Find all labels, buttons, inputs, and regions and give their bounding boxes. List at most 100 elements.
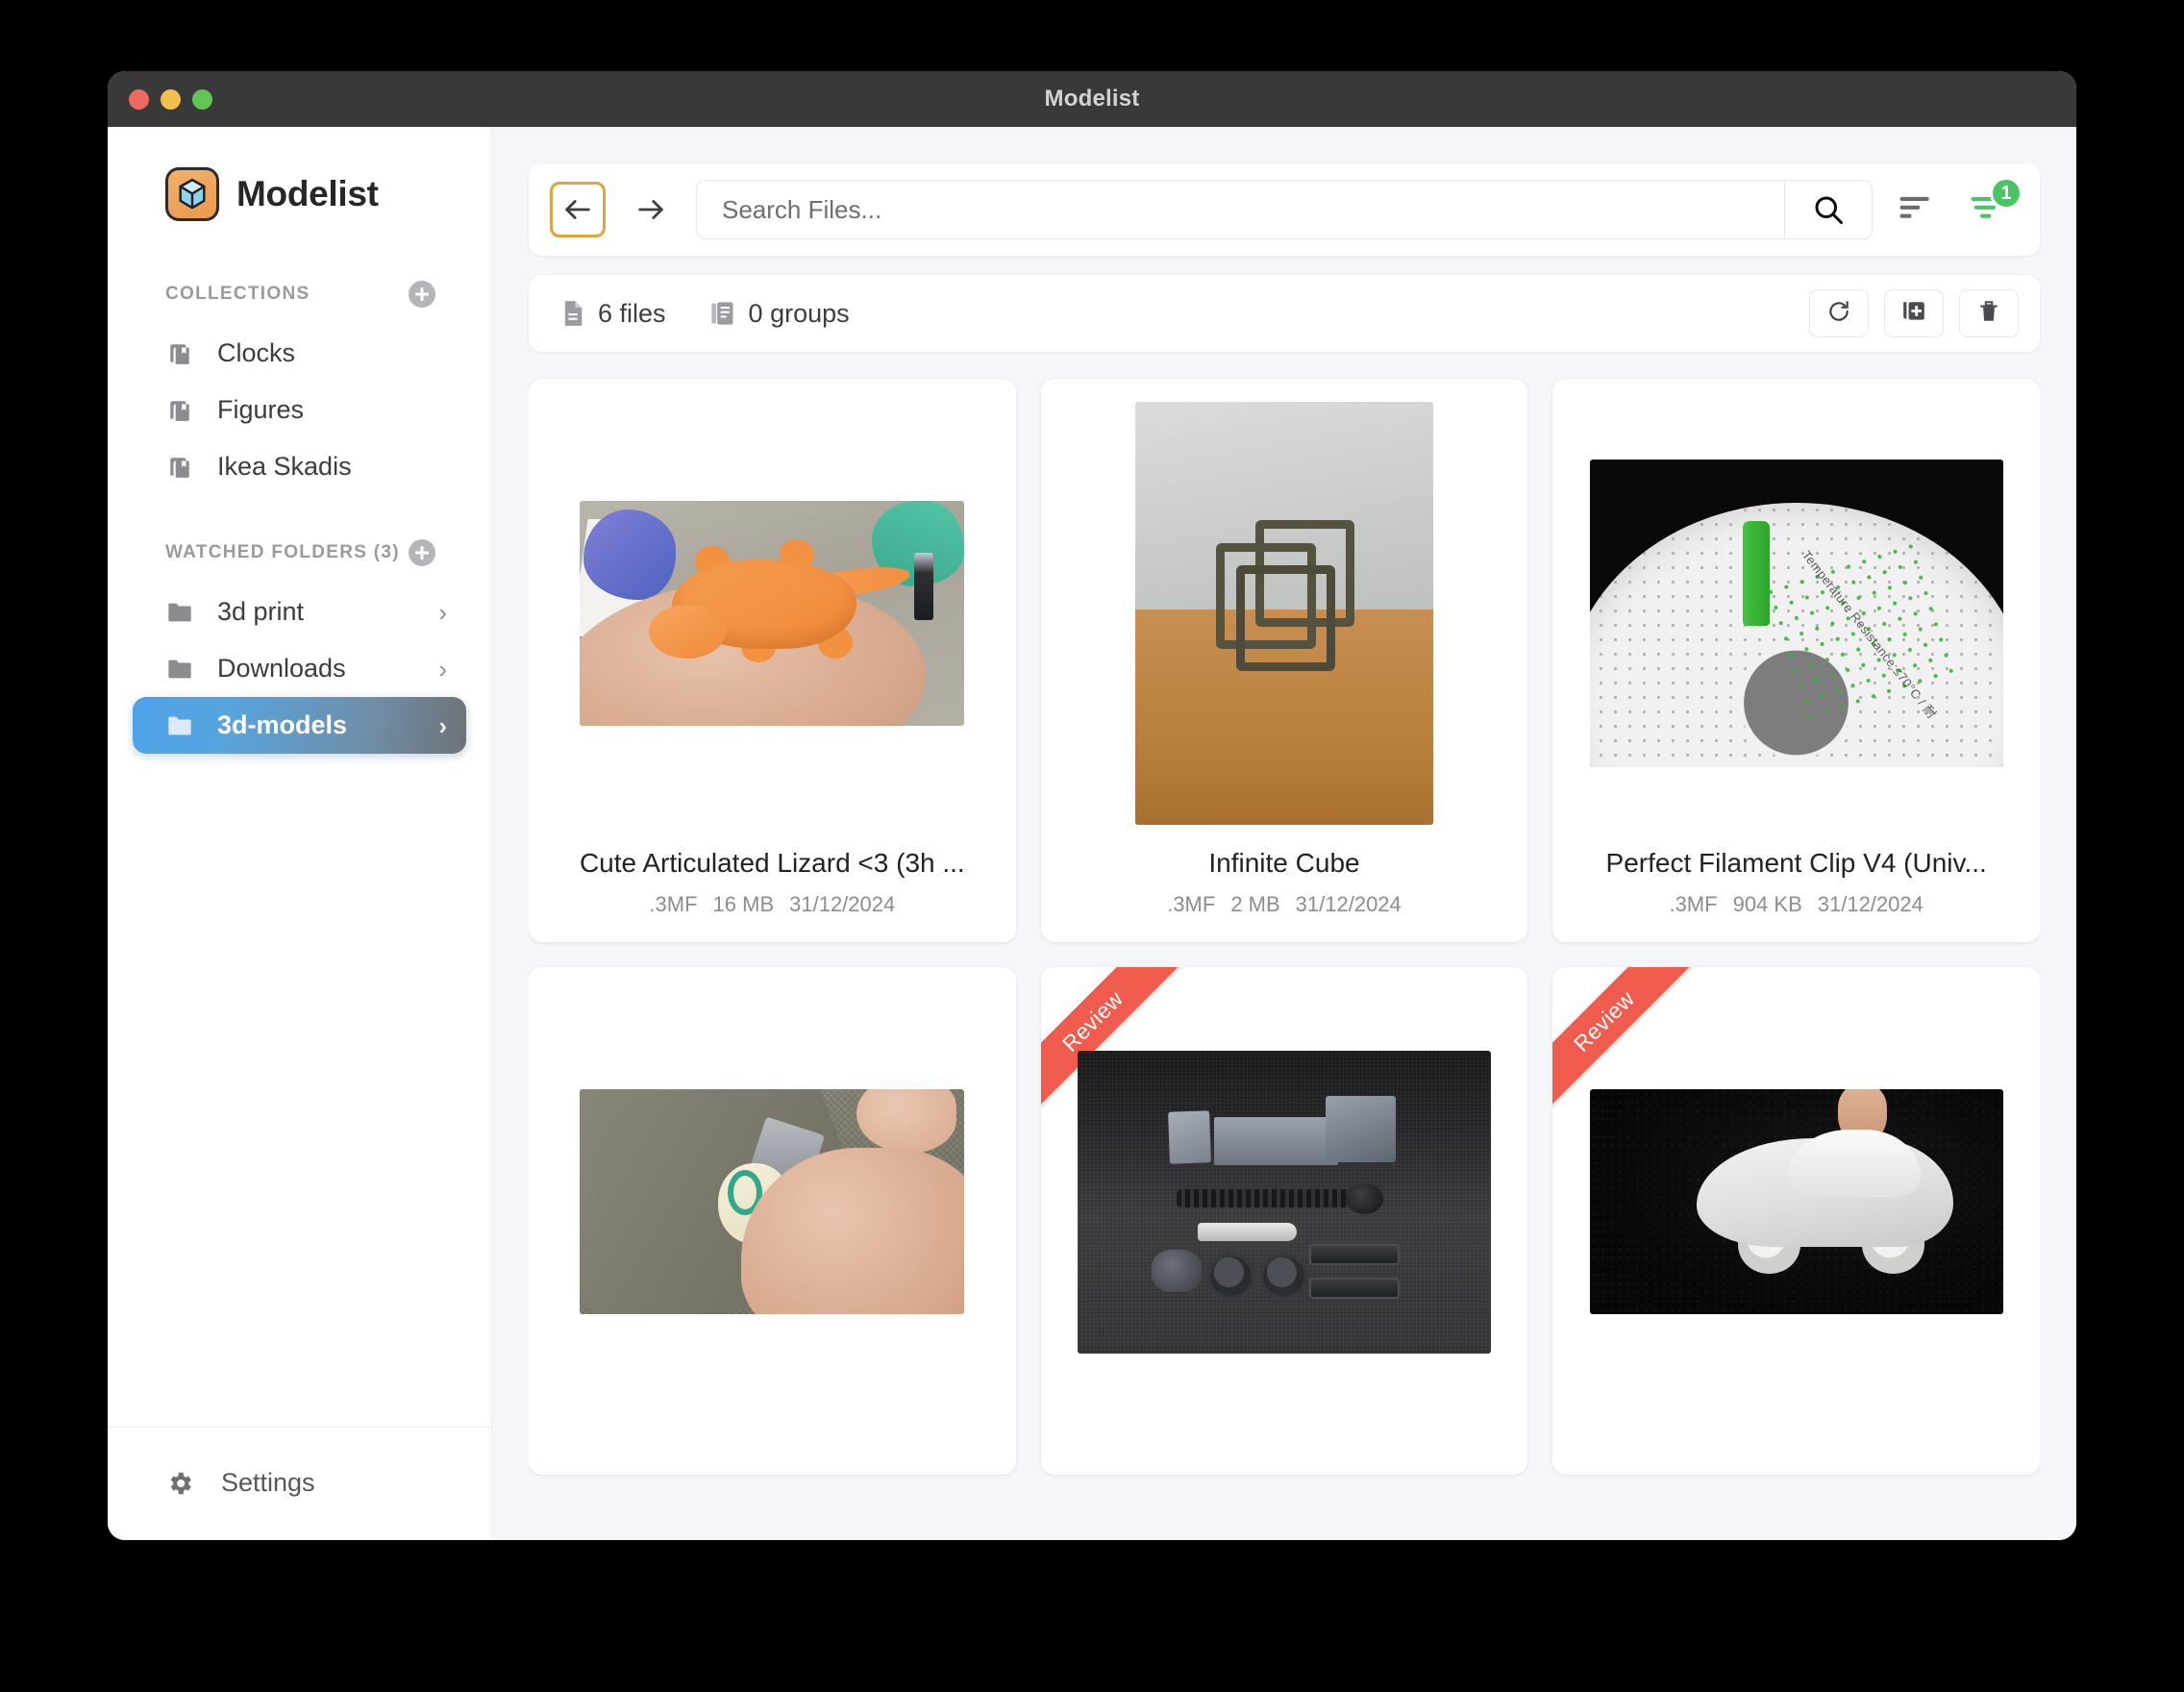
settings-label: Settings [221,1468,315,1497]
sidebar-item-label: Downloads [217,654,346,683]
file-date: 31/12/2024 [789,892,896,916]
toy-car-photo [1589,1089,2003,1314]
file-date: 31/12/2024 [1295,892,1402,916]
search-submit-button[interactable] [1784,180,1873,239]
file-card[interactable]: Review [1040,967,1528,1475]
trash-icon [1976,299,2001,329]
file-thumbnail-box: Temperature Resistance:≤70°C / 耐 [1572,402,2021,825]
file-thumbnail-box [548,990,997,1413]
sort-icon [1899,193,1935,227]
app-window: Modelist Modelist COLLECTIONS Clocks Fig… [108,71,2076,1540]
file-thumbnail-box [1572,990,2021,1413]
file-thumbnail-box [548,402,997,825]
file-format: .3MF [649,892,698,916]
zoom-window-button[interactable] [192,88,212,110]
file-title: Cute Articulated Lizard <3 (3h ... [579,848,965,878]
sidebar-item-3d-models[interactable]: 3d-models › [133,697,466,754]
watched-folders-list: 3d print › Downloads › 3d-models › [108,584,491,754]
file-card[interactable]: Cute Articulated Lizard <3 (3h ... .3MF … [529,379,1016,942]
chevron-right-icon: › [438,597,447,627]
sidebar-item-label: 3d print [217,597,305,626]
group-count-label: 0 groups [748,298,850,328]
filter-count-badge: 1 [1990,177,2023,210]
collection-icon [163,453,196,482]
folder-icon [163,711,196,740]
file-grid-scroll[interactable]: Cute Articulated Lizard <3 (3h ... .3MF … [529,352,2040,1540]
file-icon [561,300,584,327]
file-card[interactable]: Temperature Resistance:≤70°C / 耐 Perfect… [1552,379,2040,942]
window-titlebar: Modelist [108,71,2076,127]
filament-clip-photo: Temperature Resistance:≤70°C / 耐 [1589,460,2003,767]
file-format: .3MF [1167,892,1216,916]
file-size: 16 MB [712,892,775,916]
file-card[interactable] [529,967,1016,1475]
file-thumbnail-box [1060,402,1509,825]
close-window-button[interactable] [129,88,149,110]
filter-button[interactable]: 1 [1961,177,2023,236]
sidebar-item-label: Ikea Skadis [217,452,352,481]
file-card[interactable]: Infinite Cube .3MF 2 MB 31/12/2024 [1040,379,1528,942]
file-meta: .3MF 16 MB 31/12/2024 [649,892,895,917]
folder-icon [163,655,196,684]
add-to-collection-button[interactable] [1884,289,1944,337]
lizard-in-hand-photo [580,501,965,726]
sidebar-item-label: 3d-models [217,710,348,739]
sidebar-item-ikea-skadis[interactable]: Ikea Skadis [133,438,466,495]
collection-icon [163,396,196,425]
add-to-collection-icon [1901,299,1926,329]
window-title: Modelist [1044,86,1140,112]
tape-dispenser-photo [580,1089,965,1314]
search-input[interactable] [696,180,1784,239]
file-card[interactable]: Review [1552,967,2040,1475]
refresh-button[interactable] [1809,289,1869,337]
collections-section-header: COLLECTIONS [108,281,491,308]
sidebar-item-downloads[interactable]: Downloads › [133,640,466,697]
file-thumbnail-box [1060,990,1509,1413]
window-body: Modelist COLLECTIONS Clocks Figures Ikea… [108,127,2076,1540]
refresh-icon [1826,299,1851,329]
collections-header-label: COLLECTIONS [165,284,310,304]
search-area [696,180,1873,239]
file-grid: Cute Articulated Lizard <3 (3h ... .3MF … [529,379,2040,1475]
sidebar-item-clocks[interactable]: Clocks [133,325,466,382]
group-icon [710,300,735,327]
app-brand-name: Modelist [236,174,379,213]
sidebar-item-figures[interactable]: Figures [133,382,466,438]
file-date: 31/12/2024 [1817,892,1923,916]
sidebar-item-settings[interactable]: Settings [108,1458,491,1507]
folder-icon [163,598,196,627]
file-title: Perfect Filament Clip V4 (Univ... [1605,848,1987,878]
file-count-label: 6 files [598,298,666,328]
main-content: 1 6 files 0 groups [492,127,2076,1540]
file-meta: .3MF 2 MB 31/12/2024 [1167,892,1402,917]
file-size: 2 MB [1230,892,1280,916]
group-count: 0 groups [710,299,850,329]
sidebar-item-3d-print[interactable]: 3d print › [133,584,466,640]
file-title: Infinite Cube [1208,848,1360,878]
sort-button[interactable] [1890,183,1944,236]
file-size: 904 KB [1732,892,1802,916]
file-meta: .3MF 904 KB 31/12/2024 [1669,892,1923,917]
add-collection-button[interactable] [409,281,435,308]
back-button[interactable] [550,182,606,237]
cube-logo-icon [165,167,219,221]
infinite-cube-photo [1134,402,1433,825]
delete-button[interactable] [1959,289,2019,337]
file-count: 6 files [561,299,666,329]
file-format: .3MF [1669,892,1718,916]
traffic-lights [108,88,212,110]
status-bar: 6 files 0 groups [529,275,2040,352]
sidebar: Modelist COLLECTIONS Clocks Figures Ikea… [108,127,492,1540]
collection-icon [163,339,196,368]
collections-list: Clocks Figures Ikea Skadis [108,325,491,495]
watched-folders-header-label: WATCHED FOLDERS (3) [165,542,400,562]
sidebar-item-label: Clocks [217,338,296,367]
minimize-window-button[interactable] [161,88,181,110]
add-watched-folder-button[interactable] [409,539,435,566]
chevron-right-icon: › [438,710,447,740]
vise-parts-photo [1077,1050,1491,1354]
app-brand: Modelist [108,127,491,221]
toolbar: 1 [529,163,2040,256]
forward-button[interactable] [623,182,679,237]
